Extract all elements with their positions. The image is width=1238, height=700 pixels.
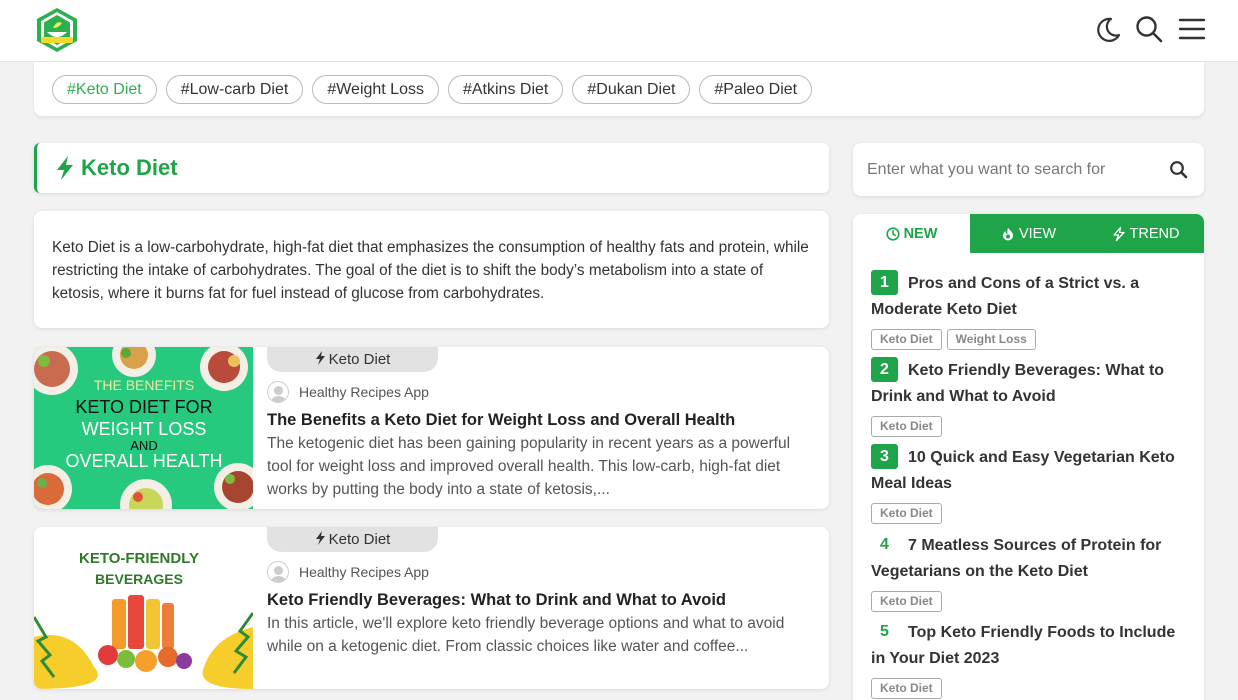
site-header (0, 0, 1238, 62)
article-excerpt: In this article, we'll explore keto frie… (267, 615, 785, 655)
article-title[interactable]: The Benefits a Keto Diet for Weight Loss… (267, 409, 817, 431)
list-item: 2 Keto Friendly Beverages: What to Drink … (871, 357, 1191, 437)
tag-low-carb-diet[interactable]: #Low-carb Diet (165, 75, 304, 104)
author-name: Healthy Recipes App (299, 384, 429, 400)
article-author: Healthy Recipes App (267, 381, 429, 403)
bolt-icon (315, 531, 325, 545)
article-category-label: Keto Diet (328, 531, 391, 548)
list-item-title[interactable]: 3 10 Quick and Easy Vegetarian Keto Meal … (871, 444, 1191, 497)
category-header: Keto Diet (34, 143, 829, 193)
sidebar-panel: NEW VIEW TREND 1 Pros and Cons of a Stric… (853, 214, 1204, 700)
list-item: 47 Meatless Sources of Protein for Veget… (871, 532, 1191, 612)
tag-chip[interactable]: Keto Diet (871, 503, 942, 524)
list-item-tags: Keto Diet (871, 678, 1191, 699)
search-icon[interactable] (1169, 160, 1189, 180)
thumb-text-line: BEVERAGES (95, 571, 183, 587)
page-title: Keto Diet (81, 155, 178, 180)
article-card[interactable]: THE BENEFITS KETO DIET FOR WEIGHT LOSS A… (34, 347, 829, 509)
tab-view-label: VIEW (1018, 225, 1057, 242)
sidebar-search (853, 143, 1204, 196)
tag-chip[interactable]: Keto Diet (871, 678, 942, 699)
tag-bar: #Keto Diet #Low-carb Diet #Weight Loss #… (34, 62, 1204, 116)
thumb-text-line: KETO DIET FOR (75, 397, 212, 417)
list-item-tags: Keto Diet (871, 416, 1191, 437)
list-item: 5 Top Keto Friendly Foods to Include in Y… (871, 619, 1191, 699)
list-item-tags: Keto Diet (871, 503, 1191, 524)
avatar (267, 561, 289, 583)
clock-icon (885, 226, 900, 241)
tag-chip[interactable]: Keto Diet (871, 329, 942, 350)
rank-badge: 1 (871, 270, 898, 295)
article-title[interactable]: Keto Friendly Beverages: What to Drink a… (267, 589, 817, 611)
sidebar-tabs: NEW VIEW TREND (853, 214, 1204, 253)
list-item: 1 Pros and Cons of a Strict vs. a Moderat… (871, 270, 1191, 350)
list-item-title-text: 7 Meatless Sources of Protein for Vegeta… (871, 537, 1162, 580)
tab-trend-label: TREND (1129, 225, 1180, 242)
rank-badge: 3 (871, 444, 898, 469)
thumb-text-line: OVERALL HEALTH (65, 451, 222, 471)
thumb-text-line: THE BENEFITS (94, 377, 194, 393)
thumb-text-line: WEIGHT LOSS (82, 419, 207, 439)
list-item-title-text: Keto Friendly Beverages: What to Drink a… (871, 362, 1165, 405)
article-category-badge[interactable]: Keto Diet (267, 347, 438, 372)
article-category-badge[interactable]: Keto Diet (267, 527, 438, 552)
list-item: 3 10 Quick and Easy Vegetarian Keto Meal … (871, 444, 1191, 524)
tag-atkins-diet[interactable]: #Atkins Diet (447, 75, 564, 104)
tag-chip[interactable]: Keto Diet (871, 591, 942, 612)
search-icon[interactable] (1134, 14, 1164, 44)
tag-paleo-diet[interactable]: #Paleo Diet (699, 75, 813, 104)
moon-icon[interactable] (1093, 14, 1123, 44)
list-item-title[interactable]: 47 Meatless Sources of Protein for Veget… (871, 532, 1191, 585)
tag-weight-loss[interactable]: #Weight Loss (312, 75, 439, 104)
article-thumbnail[interactable]: KETO-FRIENDLY BEVERAGES (34, 527, 253, 689)
tag-dukan-diet[interactable]: #Dukan Diet (572, 75, 691, 104)
author-name: Healthy Recipes App (299, 564, 429, 580)
tag-list: #Keto Diet #Low-carb Diet #Weight Loss #… (52, 75, 813, 104)
tab-trend[interactable]: TREND (1087, 214, 1204, 253)
site-logo[interactable] (33, 6, 81, 54)
rank-badge: 4 (871, 532, 898, 557)
article-author: Healthy Recipes App (267, 561, 429, 583)
tab-new[interactable]: NEW (853, 214, 970, 253)
fire-icon (1002, 227, 1013, 240)
list-item-title[interactable]: 1 Pros and Cons of a Strict vs. a Moderat… (871, 270, 1191, 323)
bolt-icon (57, 156, 73, 180)
article-thumbnail[interactable]: THE BENEFITS KETO DIET FOR WEIGHT LOSS A… (34, 347, 253, 509)
tag-chip[interactable]: Keto Diet (871, 416, 942, 437)
bolt-icon (315, 351, 325, 365)
menu-icon[interactable] (1177, 14, 1207, 44)
list-item-title-text: Pros and Cons of a Strict vs. a Moderate… (871, 275, 1140, 318)
article-excerpt: The ketogenic diet has been gaining popu… (267, 435, 791, 498)
list-item-tags: Keto Diet Weight Loss (871, 329, 1191, 350)
tab-view[interactable]: VIEW (970, 214, 1087, 253)
article-category-label: Keto Diet (328, 351, 391, 368)
tag-chip[interactable]: Weight Loss (946, 329, 1036, 350)
article-card[interactable]: KETO-FRIENDLY BEVERAGES Keto Diet Health… (34, 527, 829, 689)
bolt-icon (1112, 226, 1125, 241)
rank-badge: 2 (871, 357, 898, 382)
list-item-title[interactable]: 2 Keto Friendly Beverages: What to Drink … (871, 357, 1191, 410)
list-item-tags: Keto Diet (871, 591, 1191, 612)
rank-badge: 5 (871, 619, 898, 644)
thumb-text-line: KETO-FRIENDLY (79, 550, 199, 567)
tag-keto-diet[interactable]: #Keto Diet (52, 75, 157, 104)
list-item-title-text: Top Keto Friendly Foods to Include in Yo… (871, 624, 1176, 667)
list-item-title[interactable]: 5 Top Keto Friendly Foods to Include in Y… (871, 619, 1191, 672)
search-input[interactable] (867, 157, 1157, 183)
tab-new-label: NEW (903, 225, 938, 242)
category-description: Keto Diet is a low-carbohydrate, high-fa… (34, 211, 829, 328)
avatar (267, 381, 289, 403)
list-item-title-text: 10 Quick and Easy Vegetarian Keto Meal I… (871, 449, 1175, 492)
